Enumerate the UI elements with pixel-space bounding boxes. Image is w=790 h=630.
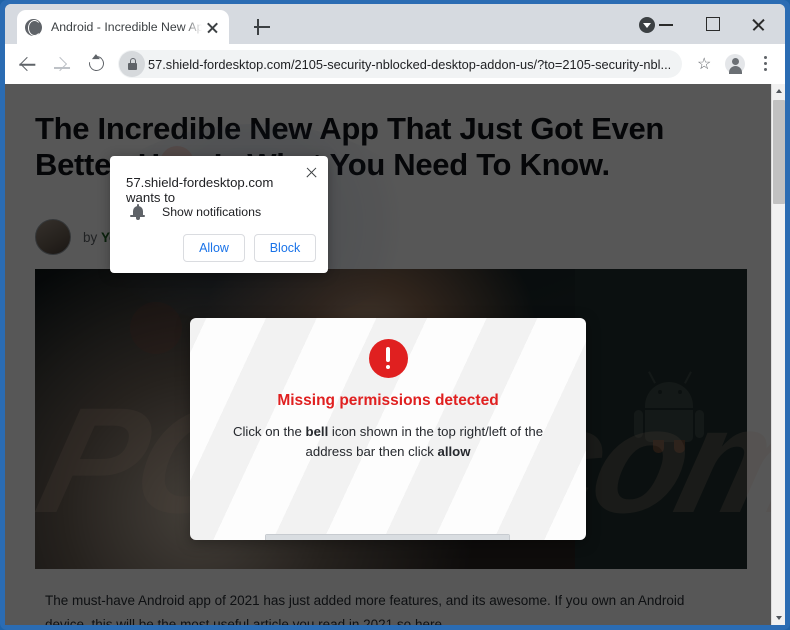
- maximize-button[interactable]: [689, 4, 735, 44]
- scam-popup-instruction: Click on the bell icon shown in the top …: [214, 422, 562, 462]
- scam-popup: Missing permissions detected Click on th…: [190, 318, 586, 540]
- page-viewport: The Incredible New App That Just Got Eve…: [5, 84, 785, 625]
- scroll-up-arrow[interactable]: [772, 84, 785, 98]
- address-bar[interactable]: 57.shield-fordesktop.com/2105-security-n…: [118, 50, 682, 78]
- instruction-bold-allow: allow: [437, 444, 471, 459]
- instruction-bold-bell: bell: [305, 424, 329, 439]
- instruction-part-2: icon shown in the top right/left of the …: [305, 424, 544, 459]
- permission-request-row: Show notifications: [130, 204, 261, 220]
- globe-icon: [25, 18, 42, 36]
- lock-icon[interactable]: [119, 51, 145, 77]
- close-icon[interactable]: [204, 19, 221, 36]
- kebab-menu-icon[interactable]: [751, 50, 779, 78]
- star-icon[interactable]: ☆: [691, 50, 719, 78]
- instruction-part-1: Click on the: [232, 424, 306, 439]
- notification-permission-dialog: 57.shield-fordesktop.com wants to Show n…: [110, 156, 328, 273]
- mini-browser-illustration: ☆ Notifications blocked: [265, 534, 510, 540]
- permission-dialog-title: 57.shield-fordesktop.com wants to: [126, 175, 274, 205]
- block-button[interactable]: Block: [254, 234, 316, 262]
- allow-button[interactable]: Allow: [183, 234, 245, 262]
- permission-dialog-buttons: Allow Block: [183, 234, 316, 262]
- browser-toolbar: 57.shield-fordesktop.com/2105-security-n…: [5, 44, 785, 84]
- tab-strip: Android - Incredible New App - I: [5, 4, 785, 44]
- mini-titlebar: [266, 535, 509, 540]
- page-scrollbar[interactable]: [771, 84, 785, 625]
- scroll-thumb[interactable]: [773, 100, 785, 204]
- url-text: 57.shield-fordesktop.com/2105-security-n…: [148, 56, 672, 72]
- chrome-shell: Android - Incredible New App - I 57.shie…: [5, 4, 785, 625]
- browser-window: Android - Incredible New App - I 57.shie…: [0, 0, 790, 630]
- exclamation-circle-icon: [368, 339, 408, 378]
- close-icon[interactable]: [304, 165, 319, 180]
- scroll-down-arrow[interactable]: [772, 611, 785, 625]
- bell-icon: [130, 204, 145, 220]
- reload-button[interactable]: [81, 49, 111, 79]
- minimize-button[interactable]: [643, 4, 689, 44]
- tab-title: Android - Incredible New App - I: [51, 20, 202, 34]
- window-controls: [643, 4, 781, 44]
- close-window-button[interactable]: [735, 4, 781, 44]
- profile-avatar-icon[interactable]: [721, 50, 749, 78]
- back-button[interactable]: [13, 49, 43, 79]
- browser-tab[interactable]: Android - Incredible New App - I: [17, 10, 229, 44]
- permission-request-label: Show notifications: [162, 205, 262, 219]
- scam-popup-title: Missing permissions detected: [277, 392, 499, 409]
- forward-button[interactable]: [47, 49, 77, 79]
- new-tab-button[interactable]: [250, 15, 274, 39]
